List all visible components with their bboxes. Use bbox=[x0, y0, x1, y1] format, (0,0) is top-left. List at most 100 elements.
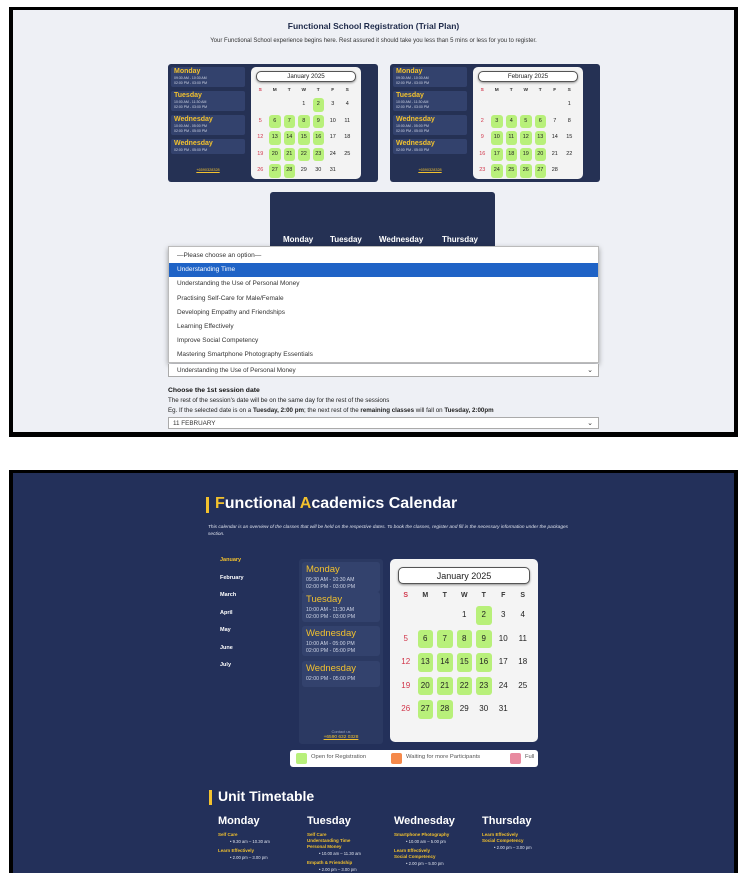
calendar-date[interactable]: 7 bbox=[437, 629, 453, 648]
calendar-date[interactable]: 24 bbox=[327, 148, 339, 162]
month-nav-item[interactable]: January bbox=[220, 557, 241, 563]
calendar-date[interactable]: 8 bbox=[298, 114, 310, 128]
phone-link[interactable]: +6590328328 bbox=[171, 168, 245, 172]
month-nav-item[interactable]: February bbox=[220, 575, 244, 581]
calendar-date[interactable]: 29 bbox=[457, 700, 473, 719]
calendar-date[interactable]: 26 bbox=[255, 164, 267, 178]
calendar-date[interactable]: 15 bbox=[564, 131, 576, 145]
calendar-date[interactable]: 15 bbox=[298, 131, 310, 145]
calendar-date[interactable]: 7 bbox=[283, 114, 295, 128]
calendar-date[interactable]: 22 bbox=[298, 147, 310, 161]
calendar-date[interactable]: 16 bbox=[476, 653, 492, 672]
calendar-date[interactable]: 4 bbox=[515, 606, 531, 625]
calendar-date[interactable]: 8 bbox=[456, 629, 472, 648]
calendar-date[interactable]: 13 bbox=[534, 131, 546, 145]
calendar-date[interactable]: 9 bbox=[476, 629, 492, 648]
calendar-date[interactable]: 12 bbox=[255, 131, 267, 145]
calendar-date[interactable]: 11 bbox=[505, 131, 517, 145]
calendar-date[interactable]: 19 bbox=[520, 147, 532, 161]
calendar-date[interactable]: 17 bbox=[327, 131, 339, 145]
calendar-date[interactable]: 23 bbox=[476, 676, 492, 695]
dropdown-option[interactable]: Mastering Smartphone Photography Essenti… bbox=[169, 348, 598, 362]
month-nav-item[interactable]: April bbox=[220, 610, 233, 616]
calendar-date[interactable]: 7 bbox=[549, 115, 561, 129]
calendar-date[interactable]: 11 bbox=[342, 115, 354, 129]
calendar-date[interactable]: 30 bbox=[313, 164, 325, 178]
course-dropdown-list[interactable]: —Please choose an option— Understanding T… bbox=[168, 246, 599, 363]
month-nav-item[interactable]: July bbox=[220, 662, 231, 668]
calendar-date[interactable]: 3 bbox=[327, 98, 339, 112]
calendar-date[interactable]: 29 bbox=[298, 164, 310, 178]
month-nav-item[interactable]: March bbox=[220, 592, 236, 598]
phone-link[interactable]: +6590328328 bbox=[393, 168, 467, 172]
calendar-date[interactable]: 12 bbox=[398, 653, 414, 672]
month-nav-item[interactable]: May bbox=[220, 627, 231, 633]
calendar-date[interactable]: 8 bbox=[564, 115, 576, 129]
calendar-date[interactable]: 27 bbox=[534, 164, 546, 178]
calendar-date[interactable]: 17 bbox=[491, 147, 503, 161]
calendar-date[interactable]: 10 bbox=[327, 115, 339, 129]
calendar-date[interactable]: 1 bbox=[564, 98, 576, 112]
calendar-date[interactable]: 14 bbox=[283, 131, 295, 145]
calendar-date[interactable]: 2 bbox=[476, 606, 492, 625]
dropdown-option[interactable]: Learning Effectively bbox=[169, 320, 598, 334]
calendar-date[interactable]: 2 bbox=[312, 98, 324, 112]
calendar-date[interactable]: 18 bbox=[505, 147, 517, 161]
calendar-date[interactable]: 21 bbox=[283, 147, 295, 161]
calendar-date[interactable]: 12 bbox=[520, 131, 532, 145]
calendar-date[interactable]: 22 bbox=[456, 676, 472, 695]
calendar-date[interactable]: 13 bbox=[417, 653, 433, 672]
calendar-date[interactable]: 17 bbox=[496, 653, 512, 672]
calendar-date[interactable]: 3 bbox=[491, 114, 503, 128]
dropdown-option[interactable]: Understanding the Use of Personal Money bbox=[169, 277, 598, 291]
calendar-date[interactable]: 25 bbox=[342, 148, 354, 162]
calendar-date[interactable]: 27 bbox=[269, 164, 281, 178]
calendar-date[interactable]: 19 bbox=[255, 148, 267, 162]
calendar-date[interactable]: 28 bbox=[283, 164, 295, 178]
calendar-date[interactable]: 4 bbox=[342, 98, 354, 112]
calendar-date[interactable]: 6 bbox=[534, 114, 546, 128]
calendar-date[interactable]: 6 bbox=[417, 629, 433, 648]
calendar-month-title[interactable]: January 2025 bbox=[398, 567, 530, 584]
dropdown-option[interactable]: Improve Social Competency bbox=[169, 334, 598, 348]
calendar-date[interactable]: 10 bbox=[491, 131, 503, 145]
dropdown-option[interactable]: Understanding Time bbox=[169, 263, 598, 278]
calendar-date[interactable]: 13 bbox=[269, 131, 281, 145]
calendar-date[interactable]: 26 bbox=[398, 700, 414, 719]
calendar-date[interactable]: 25 bbox=[505, 164, 517, 178]
calendar-date[interactable]: 19 bbox=[398, 677, 414, 696]
calendar-date[interactable]: 15 bbox=[456, 653, 472, 672]
calendar-date[interactable]: 14 bbox=[549, 131, 561, 145]
calendar-date[interactable]: 23 bbox=[477, 164, 489, 178]
calendar-date[interactable]: 16 bbox=[477, 148, 489, 162]
calendar-date[interactable]: 31 bbox=[496, 700, 512, 719]
calendar-date[interactable]: 20 bbox=[269, 147, 281, 161]
calendar-date[interactable]: 21 bbox=[437, 676, 453, 695]
calendar-date[interactable]: 20 bbox=[534, 147, 546, 161]
dropdown-option[interactable]: Practising Self-Care for Male/Female bbox=[169, 292, 598, 306]
calendar-date[interactable]: 20 bbox=[417, 676, 433, 695]
calendar-date[interactable]: 2 bbox=[477, 115, 489, 129]
calendar-date[interactable]: 18 bbox=[342, 131, 354, 145]
date-select[interactable]: 11 FEBRUARY ⌄ bbox=[168, 417, 599, 429]
calendar-date[interactable]: 5 bbox=[520, 114, 532, 128]
calendar-date[interactable]: 23 bbox=[312, 147, 324, 161]
calendar-date[interactable]: 26 bbox=[520, 164, 532, 178]
phone-link[interactable]: +6590 632 0328 bbox=[299, 735, 383, 740]
month-nav-item[interactable]: June bbox=[220, 645, 233, 651]
calendar-date[interactable]: 3 bbox=[496, 606, 512, 625]
calendar-date[interactable]: 24 bbox=[491, 164, 503, 178]
calendar-date[interactable]: 4 bbox=[505, 114, 517, 128]
calendar-date[interactable]: 14 bbox=[437, 653, 453, 672]
calendar-date[interactable]: 30 bbox=[476, 700, 492, 719]
calendar-date[interactable]: 1 bbox=[457, 606, 473, 625]
calendar-date[interactable]: 24 bbox=[496, 677, 512, 696]
calendar-date[interactable]: 28 bbox=[549, 164, 561, 178]
calendar-date[interactable]: 10 bbox=[496, 630, 512, 649]
calendar-date[interactable]: 11 bbox=[515, 630, 531, 649]
calendar-date[interactable]: 16 bbox=[312, 131, 324, 145]
calendar-date[interactable]: 9 bbox=[477, 131, 489, 145]
calendar-date[interactable]: 25 bbox=[515, 677, 531, 696]
calendar-date[interactable]: 31 bbox=[327, 164, 339, 178]
calendar-date[interactable]: 1 bbox=[298, 98, 310, 112]
